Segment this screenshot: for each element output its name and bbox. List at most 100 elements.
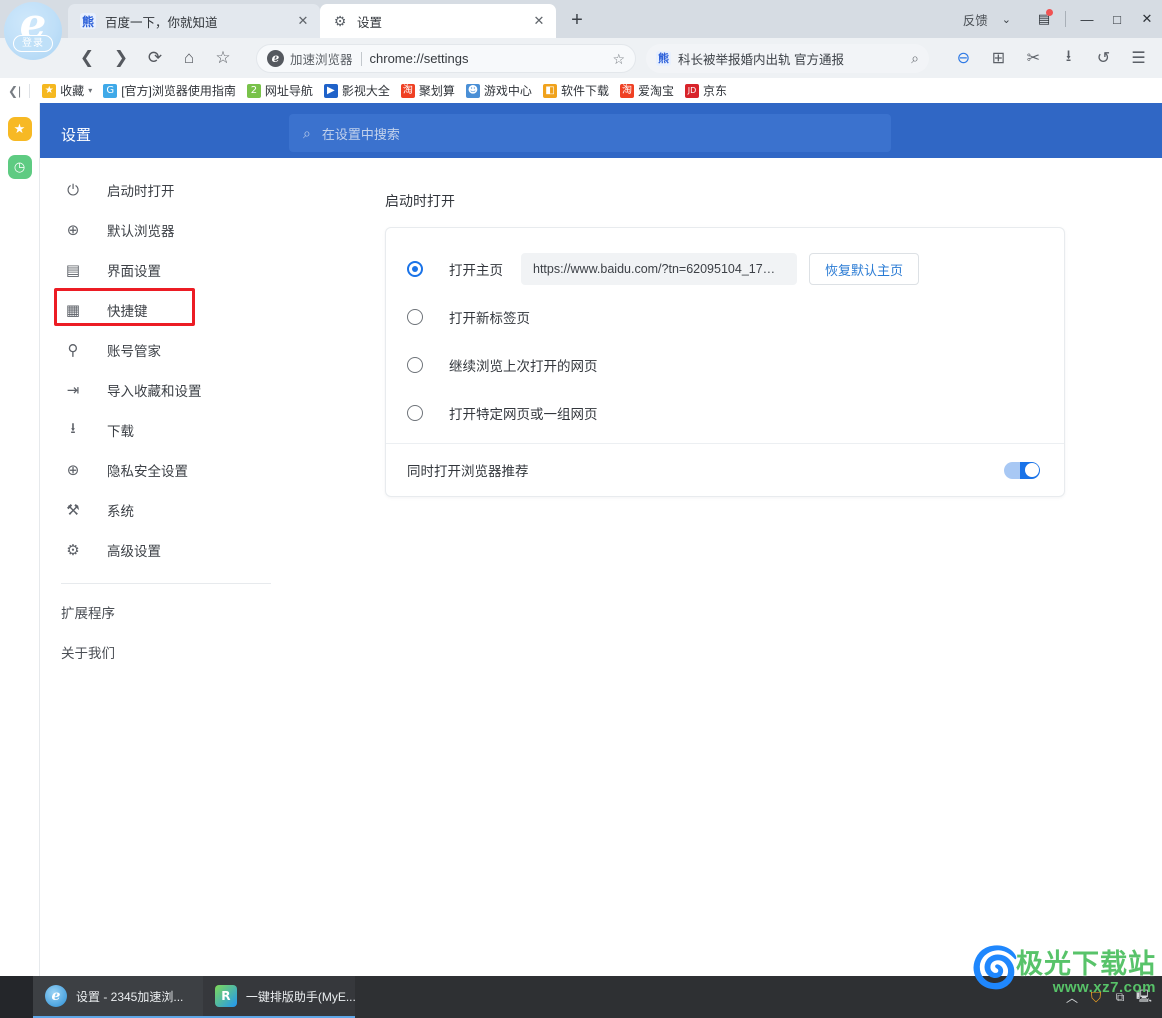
search-icon: ⌕ (303, 124, 311, 141)
sidebar-item-label: 下载 (107, 424, 134, 439)
chevron-down-icon[interactable]: ▾ (88, 86, 92, 95)
option-new-tab[interactable]: 打开新标签页 (386, 293, 1064, 341)
option-open-homepage[interactable]: 打开主页 https://www.baidu.com/?tn=62095104_… (386, 245, 1064, 293)
tray-expand-icon[interactable]: ︿ (1060, 976, 1084, 1018)
title-bar: 熊 百度一下，你就知道 ✕ ⚙ 设置 ✕ + 反馈 ⌄ ▤ — □ ✕ (0, 0, 1162, 38)
search-box[interactable]: 熊 科长被举报婚内出轨 官方通报 ⌕ (646, 44, 929, 73)
sidebar-item-startup[interactable]: ⏻ 启动时打开 (40, 170, 293, 210)
undo-icon[interactable]: ↺ (1086, 42, 1121, 74)
bookmark-guide[interactable]: G [官方]浏览器使用指南 (103, 82, 236, 99)
tray-network-icon[interactable]: 🖳 (1132, 976, 1156, 1018)
option-specific-pages[interactable]: 打开特定网页或一组网页 (386, 389, 1064, 437)
option-continue-last-session[interactable]: 继续浏览上次打开的网页 (386, 341, 1064, 389)
radio-button[interactable] (407, 357, 423, 373)
home-icon[interactable]: ⌂ (172, 43, 206, 73)
section-title: 启动时打开 (385, 193, 455, 209)
address-bar[interactable]: e 加速浏览器 chrome://settings ☆ (256, 44, 636, 73)
sidebar-item-shortcuts[interactable]: ▦ 快捷键 (40, 290, 293, 330)
taskbar-item-label: 一键排版助手(MyE... (245, 989, 355, 1004)
bookmark-juhuasuan[interactable]: 淘 聚划算 (400, 82, 455, 99)
bookmark-taobao[interactable]: 淘 爱淘宝 (619, 82, 674, 99)
bookmark-favorites[interactable]: ★ 收藏 ▾ (42, 82, 92, 99)
download-icon[interactable]: ⭳ (1051, 42, 1086, 74)
tab-settings[interactable]: ⚙ 设置 ✕ (320, 4, 556, 38)
browser-recommendation-toggle[interactable] (1004, 461, 1040, 479)
notification-dot (1046, 9, 1053, 16)
login-button[interactable]: 登录 (13, 35, 53, 52)
radio-button-selected[interactable] (407, 261, 423, 277)
restore-default-homepage-button[interactable]: 恢复默认主页 (809, 253, 919, 285)
star-icon: ★ (42, 83, 57, 98)
maximize-button[interactable]: □ (1102, 0, 1132, 38)
menu-icon[interactable]: ☰ (1121, 42, 1156, 74)
forward-icon[interactable]: ❯ (104, 43, 138, 73)
sidebar-item-advanced[interactable]: ⚙ 高级设置 (40, 530, 293, 570)
guide-icon: G (103, 83, 118, 98)
radio-button[interactable] (407, 405, 423, 421)
key-icon: ⚲ (67, 342, 79, 359)
browser-recommendation-row[interactable]: 同时打开浏览器推荐 (386, 444, 1064, 496)
bookmark-game-center[interactable]: ☻ 游戏中心 (465, 82, 532, 99)
taskbar-item-browser[interactable]: e 设置 - 2345加速浏... (33, 976, 203, 1018)
bookmark-star-icon[interactable]: ☆ (612, 51, 625, 68)
taobao-icon: 淘 (619, 83, 634, 98)
start-button[interactable] (0, 976, 33, 1018)
taskbar-item-label: 设置 - 2345加速浏... (76, 989, 184, 1004)
tray-share-icon[interactable]: ⧉ (1108, 976, 1132, 1018)
bookmark-navigation[interactable]: 2 网址导航 (246, 82, 313, 99)
tab-baidu[interactable]: 熊 百度一下，你就知道 ✕ (68, 4, 320, 38)
back-icon[interactable]: ❮ (70, 43, 104, 73)
screenshot-scissors-icon[interactable]: ✂ (1016, 42, 1051, 74)
settings-body: ⏻ 启动时打开 ⊕ 默认浏览器 ▤ 界面设置 ▦ 快捷键 ⚲ 账号管家 ⇥ 导入… (40, 158, 1162, 976)
import-icon: ⇥ (66, 382, 80, 399)
gear-icon: ⚙ (333, 12, 347, 29)
option-label: 打开新标签页 (449, 311, 530, 326)
close-icon[interactable]: ✕ (532, 14, 546, 28)
sidebar-item-system[interactable]: ⚒ 系统 (40, 490, 293, 530)
sidebar-item-label: 界面设置 (107, 264, 161, 279)
sidebar-item-account-manager[interactable]: ⚲ 账号管家 (40, 330, 293, 370)
split-screen-icon[interactable]: ▤ (1029, 0, 1059, 38)
bookmark-video[interactable]: ▶ 影视大全 (323, 82, 390, 99)
sidebar-item-downloads[interactable]: ⭳ 下载 (40, 410, 293, 450)
gear-icon: ⚙ (66, 542, 80, 559)
search-icon[interactable]: ⌕ (911, 50, 919, 67)
reload-icon[interactable]: ⟳ (138, 43, 172, 73)
close-icon[interactable]: ✕ (296, 14, 310, 28)
radio-button[interactable] (407, 309, 423, 325)
collapse-bookmarks-icon[interactable]: ❮| (8, 84, 21, 98)
taskbar-item-myedit[interactable]: R 一键排版助手(MyE... (203, 976, 355, 1018)
sidebar-item-privacy[interactable]: ⊕ 隐私安全设置 (40, 450, 293, 490)
sidebar-item-about[interactable]: 关于我们 (40, 632, 293, 672)
search-input[interactable]: 科长被举报婚内出轨 官方通报 (678, 49, 844, 68)
option-label: 打开主页 (449, 263, 503, 278)
taskbar: e 设置 - 2345加速浏... R 一键排版助手(MyE... ︿ ⛉ ⧉ … (0, 976, 1162, 1018)
sidebar-item-default-browser[interactable]: ⊕ 默认浏览器 (40, 210, 293, 250)
settings-search-input[interactable]: ⌕ 在设置中搜索 (289, 114, 891, 152)
apps-grid-icon[interactable]: ⊞ (981, 42, 1016, 74)
bookmark-software[interactable]: ◧ 软件下载 (542, 82, 609, 99)
toggle-label: 同时打开浏览器推荐 (407, 464, 529, 479)
chevron-down-icon[interactable]: ⌄ (1002, 13, 1011, 26)
address-bar-url[interactable]: chrome://settings (370, 51, 469, 66)
mouse-gesture-icon[interactable]: ⊖ (946, 42, 981, 74)
window-icon: ▤ (65, 262, 81, 279)
bookmark-label: 爱淘宝 (637, 84, 674, 98)
history-rail-icon[interactable]: ◷ (7, 155, 32, 179)
bookmark-label: 软件下载 (560, 84, 609, 98)
sidebar-item-interface[interactable]: ▤ 界面设置 (40, 250, 293, 290)
add-favorite-icon[interactable]: ☆ (206, 43, 240, 73)
homepage-url-input[interactable]: https://www.baidu.com/?tn=62095104_17… (521, 253, 797, 285)
new-tab-button[interactable]: + (563, 8, 591, 34)
browser-window: 熊 百度一下，你就知道 ✕ ⚙ 设置 ✕ + 反馈 ⌄ ▤ — □ ✕ ❮ ❯ … (0, 0, 1162, 1018)
bookmark-jd[interactable]: JD 京东 (684, 82, 727, 99)
browser-logo[interactable]: e 登录 (4, 2, 62, 60)
sidebar-item-extensions[interactable]: 扩展程序 (40, 592, 293, 632)
minimize-button[interactable]: — (1072, 0, 1102, 38)
tray-shield-icon[interactable]: ⛉ (1084, 976, 1108, 1018)
close-window-button[interactable]: ✕ (1132, 0, 1162, 38)
sidebar-item-import[interactable]: ⇥ 导入收藏和设置 (40, 370, 293, 410)
shield-plus-icon: ⊕ (66, 462, 80, 479)
feedback-button[interactable]: 反馈 (963, 10, 988, 29)
favorites-rail-icon[interactable]: ★ (7, 117, 32, 141)
